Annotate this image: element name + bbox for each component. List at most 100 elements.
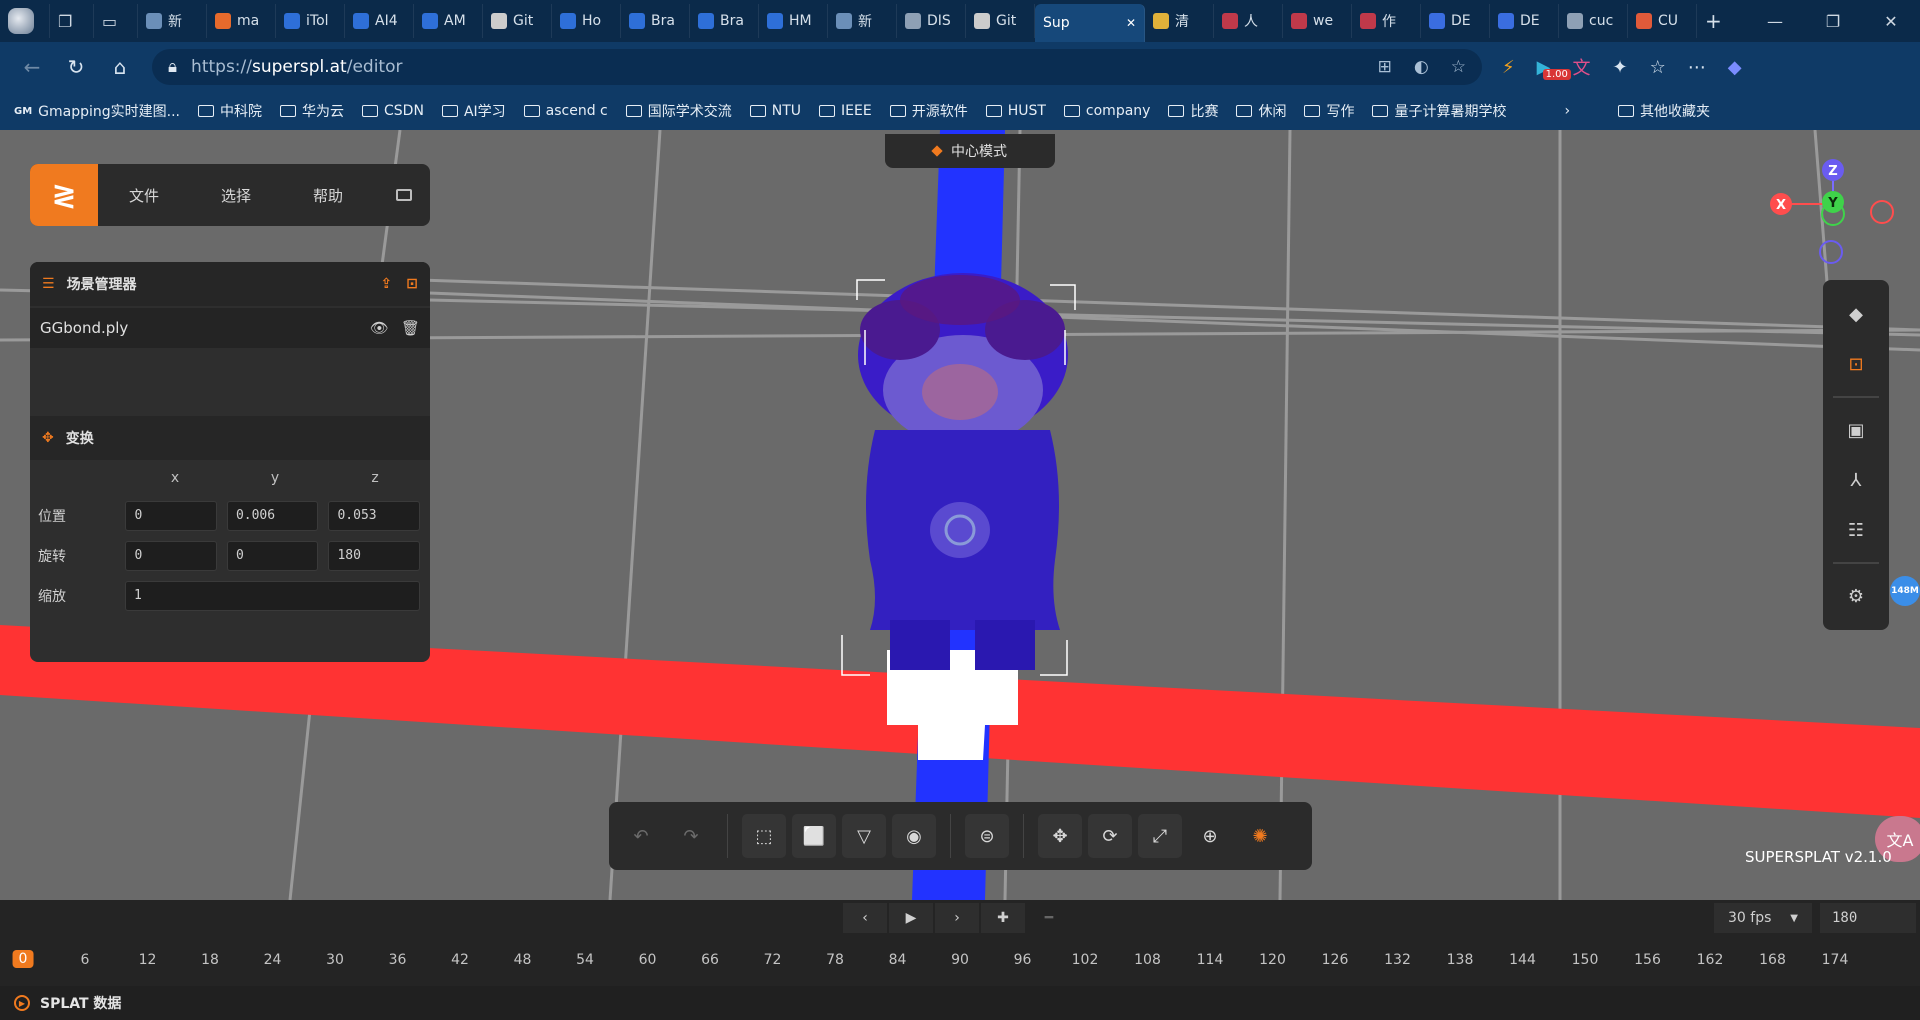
timeline-tick[interactable]: 42 [451, 952, 469, 968]
bookmark-item[interactable]: company [1063, 103, 1150, 119]
extensions-icon[interactable]: ✦ [1612, 57, 1627, 78]
timeline-tick[interactable]: 102 [1072, 952, 1099, 968]
import-icon[interactable]: ⇪ [381, 276, 393, 292]
copilot-icon[interactable]: ◆ [1728, 57, 1742, 78]
back-button[interactable]: ← [10, 47, 54, 87]
prev-frame-button[interactable]: ‹ [843, 903, 887, 933]
browser-tab[interactable]: ma [207, 4, 276, 38]
timeline-tick[interactable]: 84 [889, 952, 907, 968]
bookmark-item[interactable]: 华为云 [280, 101, 344, 121]
gizmo-neg-x-handle[interactable] [1870, 200, 1894, 224]
timeline-tick[interactable]: 78 [826, 952, 844, 968]
position-x-field[interactable]: 0 [125, 501, 217, 531]
bookmark-item[interactable]: ascend c [523, 103, 608, 119]
browser-tab[interactable]: HM [759, 4, 828, 38]
browser-tab[interactable]: AI4 [345, 4, 414, 38]
bookmark-item[interactable]: IEEE [819, 103, 872, 119]
position-y-field[interactable]: 0.006 [226, 501, 319, 531]
bookmark-item[interactable]: 中科院 [198, 101, 262, 121]
bookmark-item[interactable]: 休闲 [1236, 101, 1286, 121]
translate-tool-button[interactable]: ✥ [1038, 814, 1082, 858]
close-tab-icon[interactable]: ✕ [1126, 16, 1136, 30]
gizmo-neg-z-handle[interactable] [1819, 240, 1843, 264]
edge-icon[interactable]: ◐ [1414, 57, 1429, 77]
timeline-ruler[interactable]: 0 6 12 18 24 30 36 42 48 54 60 66 72 78 84 90 96 102 108 1… [0, 936, 1920, 986]
favorite-star-icon[interactable]: ☆ [1451, 57, 1466, 77]
rotate-tool-button[interactable]: ⟳ [1088, 814, 1132, 858]
bookmark-item[interactable]: 写作 [1304, 101, 1354, 121]
timeline-tick[interactable]: 6 [81, 952, 90, 968]
other-bookmarks[interactable]: 其他收藏夹 [1618, 101, 1710, 121]
browser-tab[interactable]: DIS [897, 4, 966, 38]
timeline-tick[interactable]: 12 [139, 952, 157, 968]
browser-tab[interactable]: we [1283, 4, 1352, 38]
trash-icon[interactable]: 🗑︎ [401, 319, 420, 337]
splat-data-bar[interactable]: ▶ SPLAT 数据 [0, 986, 1920, 1020]
bookmark-item[interactable]: HUST [985, 103, 1046, 119]
timeline-tick[interactable]: 156 [1634, 952, 1661, 968]
timeline-tick[interactable]: 60 [639, 952, 657, 968]
crop-button[interactable]: ⊜ [965, 814, 1009, 858]
undo-button[interactable]: ↶ [619, 814, 663, 858]
timeline-tick[interactable]: 174 [1822, 952, 1849, 968]
timeline-tick[interactable]: 90 [951, 952, 969, 968]
timeline-tick[interactable]: 96 [1014, 952, 1032, 968]
more-menu-icon[interactable]: ⋯ [1688, 57, 1706, 78]
close-window-button[interactable]: ✕ [1862, 0, 1920, 42]
browser-tab[interactable]: Sup ✕ [1035, 4, 1145, 42]
browser-tab[interactable]: DE [1421, 4, 1490, 38]
3d-viewport[interactable]: 中心模式 ≷ 文件 选择 帮助 ☰ 场景管理器 ⇪ ⊡ GGbond.ply 👁… [0, 130, 1920, 900]
position-z-field[interactable]: 0.053 [328, 501, 420, 531]
sphere-select-button[interactable]: ◉ [892, 814, 936, 858]
settings-button[interactable]: ⚙ [1834, 574, 1878, 618]
timeline-tick[interactable]: 168 [1759, 952, 1786, 968]
timeline-tick[interactable]: 36 [389, 952, 407, 968]
timeline-tick[interactable]: 144 [1509, 952, 1536, 968]
home-button[interactable]: ⌂ [98, 47, 142, 87]
browser-tab[interactable]: iTol [276, 4, 345, 38]
browser-tab[interactable]: Ho [552, 4, 621, 38]
browser-tab[interactable]: CU [1628, 4, 1697, 38]
app-available-icon[interactable]: ⊞ [1378, 57, 1392, 77]
timeline-tick[interactable]: 48 [514, 952, 532, 968]
translate-extension-icon[interactable]: 文 [1572, 54, 1590, 80]
bookmark-item[interactable]: CSDN [362, 103, 424, 119]
play-button[interactable]: ▶ [889, 903, 933, 933]
browser-tab[interactable]: 新 [138, 4, 207, 38]
menu-file[interactable]: 文件 [98, 185, 190, 206]
fps-select[interactable]: 30 fps ▼ [1714, 903, 1812, 933]
mode-indicator[interactable]: 中心模式 [885, 134, 1055, 168]
profile-avatar[interactable] [0, 4, 50, 38]
pivot-button[interactable]: ✺ [1238, 814, 1282, 858]
timeline-tick[interactable]: 138 [1447, 952, 1474, 968]
maximize-button[interactable]: ❐ [1804, 0, 1862, 42]
timeline-tick[interactable]: 72 [764, 952, 782, 968]
show-splats-button[interactable]: ◆ [1834, 292, 1878, 336]
bookmarks-overflow-icon[interactable]: › [1564, 103, 1570, 119]
reset-camera-button[interactable]: ⅄ [1834, 458, 1878, 502]
browser-tab[interactable]: 作 [1352, 4, 1421, 38]
bookmark-item[interactable]: 比赛 [1168, 101, 1218, 121]
timeline-tick[interactable]: 54 [576, 952, 594, 968]
timeline-tick[interactable]: 162 [1697, 952, 1724, 968]
new-tab-button[interactable]: + [1697, 4, 1741, 38]
browser-tab[interactable]: 人 [1214, 4, 1283, 38]
menu-select[interactable]: 选择 [190, 185, 282, 206]
bookmark-item[interactable]: 开源软件 [889, 101, 968, 121]
workspaces-button[interactable]: ❐ [50, 4, 94, 38]
redo-button[interactable]: ↷ [669, 814, 713, 858]
timeline-tick[interactable]: 132 [1384, 952, 1411, 968]
vertical-tabs-button[interactable]: ▭ [94, 4, 138, 38]
rect-select-button[interactable]: ⬜ [792, 814, 836, 858]
timeline-tick[interactable]: 24 [264, 952, 282, 968]
bookmark-item[interactable]: NTU [749, 103, 801, 119]
bookmark-item[interactable]: GM Gmapping实时建图... [14, 101, 180, 121]
scale-tool-button[interactable]: ⤢ [1138, 814, 1182, 858]
browser-tab[interactable]: Git [966, 4, 1035, 38]
refresh-button[interactable]: ↻ [54, 47, 98, 87]
timeline-tick[interactable]: 108 [1134, 952, 1161, 968]
favorites-icon[interactable]: ☆ [1650, 57, 1666, 78]
bookmark-item[interactable]: AI学习 [441, 101, 506, 121]
remove-key-button[interactable]: ━ [1027, 903, 1071, 933]
bookmark-item[interactable]: 量子计算暑期学校 [1372, 101, 1506, 121]
